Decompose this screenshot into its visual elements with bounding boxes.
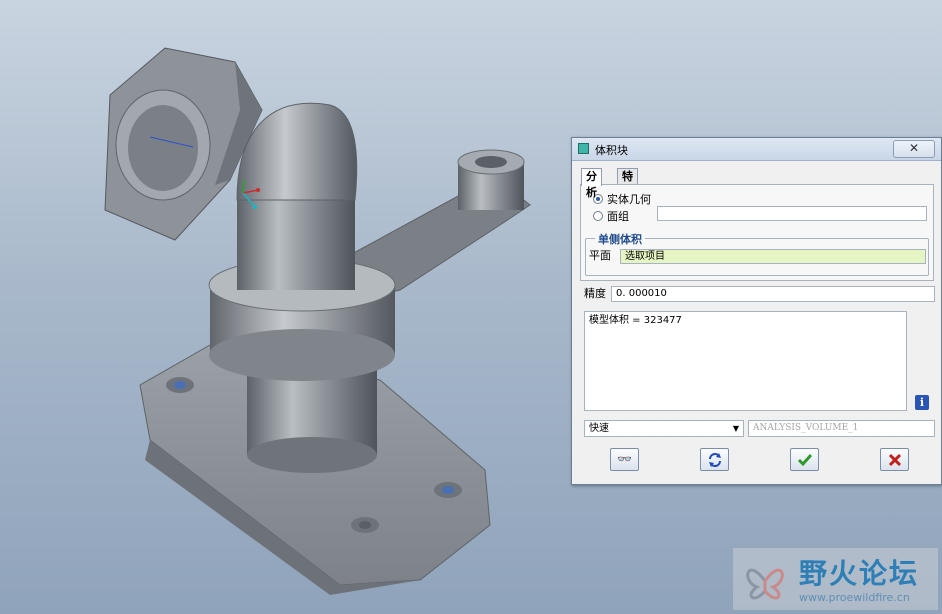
precision-label: 精度 <box>584 287 606 300</box>
plane-selector-field[interactable]: 选取项目 <box>620 249 926 264</box>
result-text-area[interactable]: 模型体积 = 323477 <box>584 311 907 411</box>
volume-block-dialog: 体积块 ✕ 分析 特征 实体几何 面组 单侧体积 平面 选取项目 精度 0. 0… <box>571 137 942 485</box>
one-side-volume-title: 单侧体积 <box>595 231 645 247</box>
checkmark-icon <box>797 454 812 467</box>
analysis-panel: 实体几何 面组 单侧体积 平面 选取项目 <box>580 184 934 281</box>
one-side-volume-group: 单侧体积 平面 选取项目 <box>585 231 929 276</box>
info-icon[interactable]: i <box>915 395 929 410</box>
glasses-icon: 👓 <box>617 452 632 466</box>
dialog-app-icon <box>578 143 589 154</box>
butterfly-logo-icon <box>746 568 784 600</box>
close-button[interactable]: ✕ <box>893 140 935 158</box>
dialog-title: 体积块 <box>595 144 628 157</box>
vertical-pipe <box>237 190 355 290</box>
analysis-name-field[interactable]: ANALYSIS_VOLUME_1 <box>748 420 935 437</box>
dialog-titlebar[interactable]: 体积块 ✕ <box>572 138 941 161</box>
watermark-title: 野火论坛 <box>799 557 920 590</box>
tab-analysis[interactable]: 分析 <box>581 168 602 199</box>
forum-watermark: 野火论坛 www.proewildfire.cn <box>733 548 938 610</box>
close-icon: ✕ <box>908 141 920 155</box>
mode-select[interactable]: 快速 ▼ <box>584 420 744 437</box>
quilt-radio[interactable] <box>593 211 603 221</box>
tab-feature[interactable]: 特征 <box>617 168 638 199</box>
watermark-url: www.proewildfire.cn <box>799 591 910 604</box>
solid-geometry-label: 实体几何 <box>607 193 651 206</box>
preview-button[interactable]: 👓 <box>610 448 639 471</box>
mode-select-value: 快速 <box>589 423 609 434</box>
quilt-label: 面组 <box>607 210 629 223</box>
cancel-button[interactable] <box>880 448 909 471</box>
repeat-button[interactable] <box>700 448 729 471</box>
ok-button[interactable] <box>790 448 819 471</box>
x-icon <box>888 453 901 467</box>
plane-label: 平面 <box>589 249 611 262</box>
precision-input[interactable]: 0. 000010 <box>611 286 935 302</box>
repeat-icon <box>708 453 721 467</box>
quilt-selector-field[interactable] <box>657 206 927 221</box>
chevron-down-icon: ▼ <box>732 424 739 433</box>
